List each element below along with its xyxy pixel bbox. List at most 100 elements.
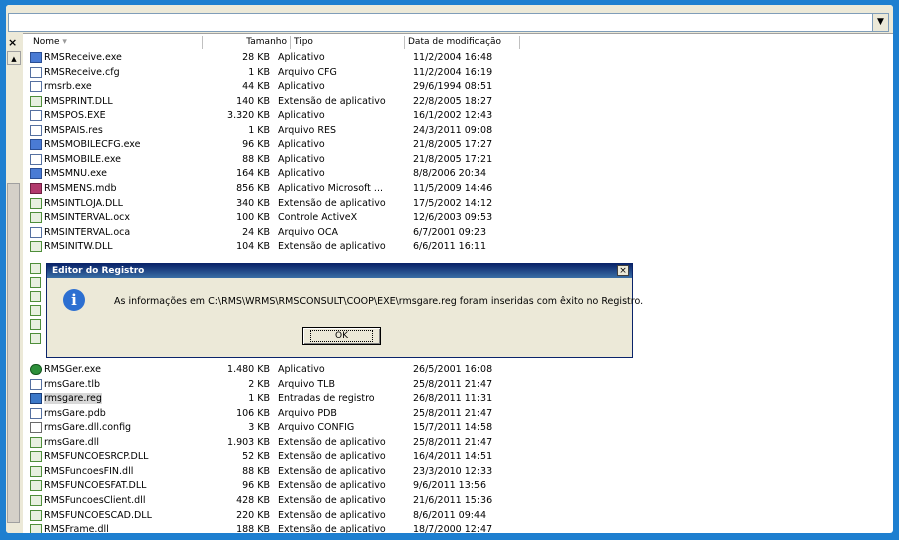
file-icon [30,95,42,107]
file-icon [30,81,42,93]
file-size: 428 KB [236,495,270,507]
file-type: Extensão de aplicativo [278,436,386,448]
scroll-up-button[interactable]: ▲ [7,51,21,65]
file-type: Extensão de aplicativo [278,509,386,521]
column-header-name[interactable]: Nome ▾ [30,36,203,49]
file-icon [30,422,42,434]
file-size: 3 KB [248,422,270,434]
file-size: 96 KB [242,139,270,151]
file-icon [30,52,42,63]
file-icon [30,378,42,390]
file-type: Arquivo CONFIG [278,422,355,434]
file-date: 15/7/2011 14:58 [413,422,493,434]
file-type: Aplicativo [278,81,325,93]
close-icon[interactable]: × [8,36,17,49]
explorer-window: ▼ × ▲ Nome ▾ Tamanho Tipo Data de modifi… [6,5,893,533]
file-date: 11/5/2009 14:46 [413,182,493,194]
file-name: RMSReceive.cfg [44,66,120,78]
file-icon [30,333,41,344]
column-date-label: Data de modificação [408,37,502,47]
column-size-label: Tamanho [246,37,287,47]
file-size: 188 KB [236,524,270,533]
file-name: RMSINTLOJA.DLL [44,197,123,209]
file-icon [30,226,42,238]
file-date: 16/4/2011 14:51 [413,451,493,463]
file-icon [30,263,41,274]
file-date: 11/2/2004 16:19 [413,66,493,78]
file-type: Extensão de aplicativo [278,451,386,463]
file-icon [30,182,42,194]
file-icon [30,110,42,122]
file-type: Aplicativo [278,110,325,122]
file-name: rmsGare.dll [44,436,99,448]
dialog-message: As informações em C:\RMS\WRMS\RMSCONSULT… [114,296,644,307]
file-name: RMSMOBILE.exe [44,153,121,165]
column-header-type[interactable]: Tipo [291,36,405,49]
file-icon [30,524,42,533]
scrollbar-thumb[interactable] [7,183,20,523]
file-size: 1 KB [248,124,270,136]
file-icon [30,124,42,136]
file-type: Controle ActiveX [278,212,358,224]
file-size: 28 KB [242,52,270,63]
file-size: 1.903 KB [227,436,270,448]
file-name: RMSFrame.dll [44,524,109,533]
dialog-title: Editor do Registro [47,264,632,278]
column-header-date[interactable]: Data de modificação [405,36,520,49]
file-icon [30,480,42,492]
file-size: 100 KB [236,212,270,224]
file-date: 21/6/2011 15:36 [413,495,493,507]
file-date: 25/8/2011 21:47 [413,436,493,448]
file-date: 18/7/2000 12:47 [413,524,493,533]
file-name: RMSFUNCOESRCP.DLL [44,451,149,463]
file-name: RMSFUNCOESCAD.DLL [44,509,152,521]
file-icon [30,305,41,316]
chevron-down-icon: ▼ [877,17,884,27]
dialog-close-button[interactable]: × [617,265,629,276]
file-size: 1 KB [248,66,270,78]
file-icon [30,509,42,521]
file-date: 22/8/2005 18:27 [413,95,493,107]
file-type: Extensão de aplicativo [278,95,386,107]
file-name: RMSGer.exe [44,364,101,376]
file-name: rmsGare.pdb [44,407,106,419]
file-date: 16/1/2002 12:43 [413,110,493,122]
file-icon [30,277,41,288]
file-size: 164 KB [236,168,270,180]
file-icon [30,465,42,477]
file-size: 88 KB [242,153,270,165]
file-name: RMSINITW.DLL [44,241,113,253]
file-name: rmsrb.exe [44,81,92,93]
file-name: RMSFUNCOESFAT.DLL [44,480,147,492]
file-type: Entradas de registro [278,393,375,405]
file-date: 21/8/2005 17:27 [413,139,493,151]
file-icon [30,197,42,209]
column-header-size[interactable]: Tamanho [203,36,291,49]
file-date: 26/5/2001 16:08 [413,364,493,376]
sort-icon: ▾ [62,37,67,47]
address-dropdown-button[interactable]: ▼ [872,13,889,32]
left-pane-scrollbar[interactable]: × ▲ [6,33,23,533]
file-date: 29/6/1994 08:51 [413,81,493,93]
address-input[interactable] [8,13,874,32]
file-date: 12/6/2003 09:53 [413,212,493,224]
file-name: RMSINTERVAL.oca [44,226,131,238]
file-name: RMSMENS.mdb [44,182,117,194]
file-icon [30,291,41,302]
file-name: RMSPRINT.DLL [44,95,113,107]
file-size: 856 KB [236,182,270,194]
column-type-label: Tipo [294,37,313,47]
ok-button[interactable]: OK [302,327,381,345]
file-size: 1 KB [248,393,270,405]
file-name: rmsGare.tlb [44,378,101,390]
file-type: Arquivo RES [278,124,337,136]
file-type: Extensão de aplicativo [278,495,386,507]
file-size: 2 KB [248,378,270,390]
file-type: Aplicativo [278,168,325,180]
file-type: Aplicativo [278,153,325,165]
info-icon: i [63,289,85,311]
file-type: Aplicativo [278,364,325,376]
file-type: Extensão de aplicativo [278,480,386,492]
registry-editor-dialog: Editor do Registro × i As informações em… [46,263,643,358]
file-type: Extensão de aplicativo [278,465,386,477]
